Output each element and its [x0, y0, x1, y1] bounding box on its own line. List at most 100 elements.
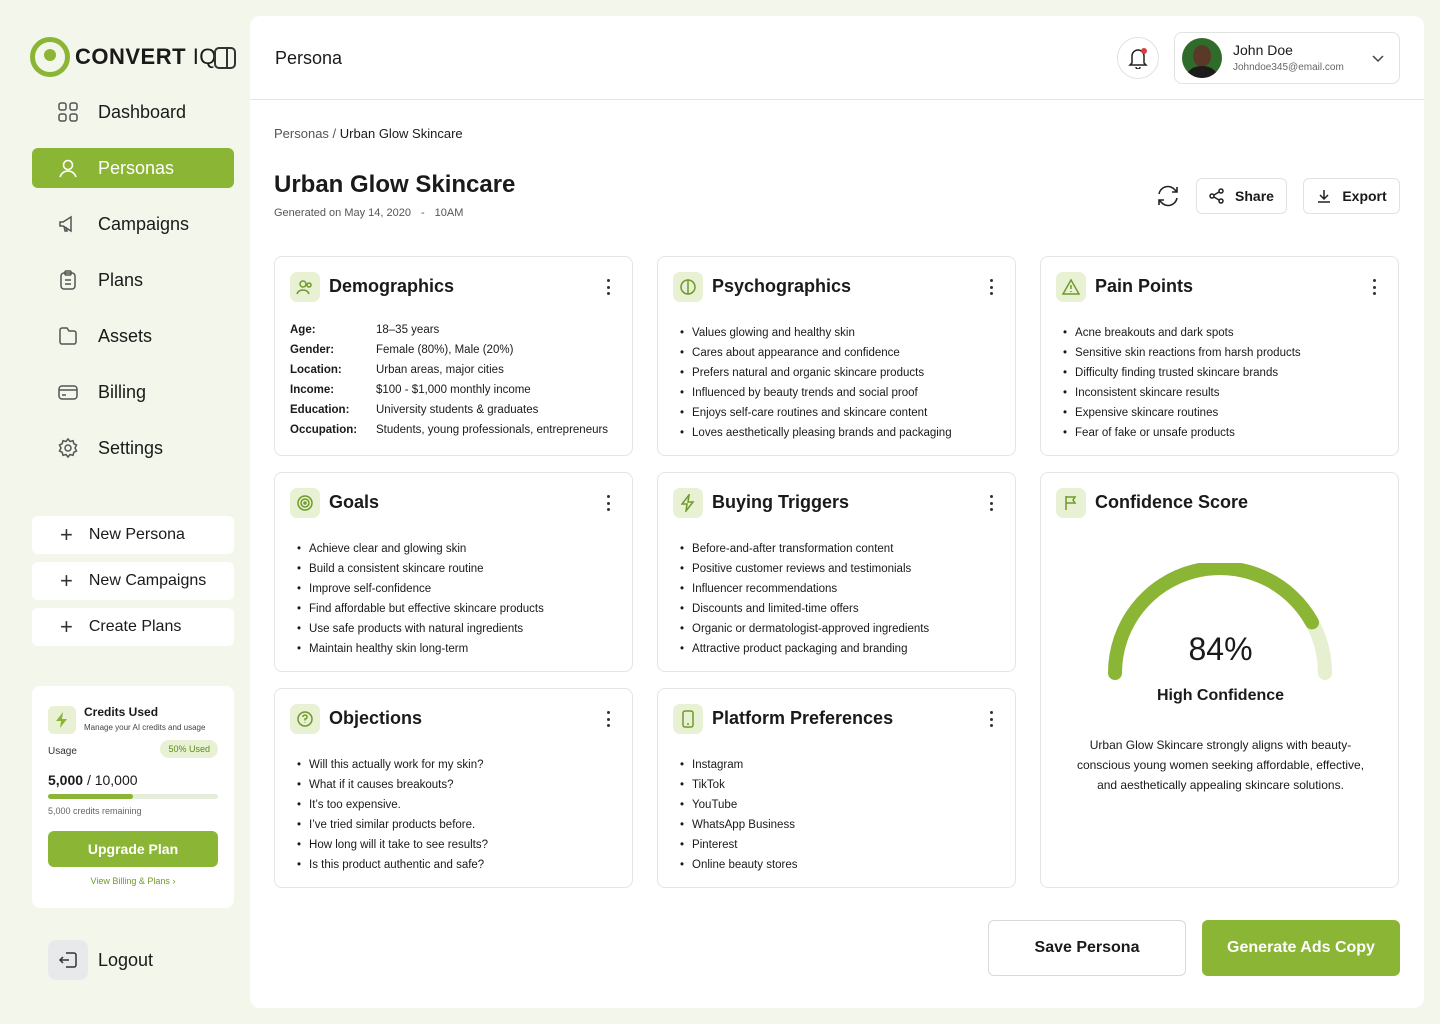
quick-action-label: New Persona [88, 526, 185, 543]
field-value: Female (80%), Male (20%) [376, 344, 514, 356]
demographics-list: Age: 18–35 years Gender: Female (80%), Mal… [290, 320, 608, 440]
list-item: What if it causes breakouts? [297, 775, 488, 795]
list-item: Is this product authentic and safe? [297, 855, 488, 875]
brain-icon [673, 272, 703, 302]
more-options-icon[interactable] [983, 493, 999, 513]
list-item: Positive customer reviews and testimonia… [680, 559, 929, 579]
flag-icon [1056, 488, 1086, 518]
view-billing-link[interactable]: View Billing & Plans › [32, 876, 234, 886]
confidence-description: Urban Glow Skincare strongly aligns with… [1076, 738, 1365, 792]
breadcrumb-separator: / [332, 126, 337, 141]
usage-badge: 50% Used [160, 740, 218, 758]
plus-icon: + [60, 568, 73, 593]
persona-title: Urban Glow Skincare [274, 171, 516, 198]
quick-action-label: New Campaigns [88, 572, 207, 589]
more-options-icon[interactable] [600, 493, 616, 513]
sidebar-item-label: Plans [98, 269, 144, 290]
list-item: Values glowing and healthy skin [680, 323, 952, 343]
users-icon [290, 272, 320, 302]
refresh-icon[interactable] [1154, 182, 1182, 210]
sidebar-item-personas[interactable]: Personas [32, 148, 234, 188]
credits-remaining: 5,000 credits remaining [48, 806, 142, 816]
upgrade-plan-button[interactable]: Upgrade Plan [48, 831, 218, 867]
clipboard-icon [56, 268, 80, 292]
credits-amount: 5,000 / 10,000 [48, 772, 138, 788]
logout-button[interactable]: Logout [48, 940, 153, 980]
quick-action-label: Create Plans [88, 618, 182, 635]
platform-preferences-card: Platform Preferences Instagram TikTok Yo… [657, 688, 1016, 888]
field-label: Location: [290, 364, 342, 376]
more-options-icon[interactable] [983, 709, 999, 729]
folder-icon [56, 324, 80, 348]
list-item: Organic or dermatologist-approved ingred… [680, 619, 929, 639]
card-title: Psychographics [712, 276, 852, 296]
list-item: Enjoys self-care routines and skincare c… [680, 403, 952, 423]
more-options-icon[interactable] [600, 709, 616, 729]
confidence-score-card: Confidence Score 84% High Confidence Urb… [1040, 472, 1399, 888]
user-menu[interactable]: John Doe Johndoe345@email.com [1174, 32, 1400, 84]
list-item: Use safe products with natural ingredien… [297, 619, 544, 639]
create-plans-button[interactable]: + Create Plans [32, 608, 234, 646]
list-item: Prefers natural and organic skincare pro… [680, 363, 952, 383]
field-label: Income: [290, 384, 335, 396]
list-item: Sensitive skin reactions from harsh prod… [1063, 343, 1301, 363]
logout-label: Logout [98, 949, 154, 970]
sidebar-item-dashboard[interactable]: Dashboard [32, 92, 234, 132]
list-item: Pinterest [680, 835, 798, 855]
pain-points-card: Pain Points Acne breakouts and dark spot… [1040, 256, 1399, 456]
more-options-icon[interactable] [983, 277, 999, 297]
sidebar-item-plans[interactable]: Plans [32, 260, 234, 300]
field-label: Age: [290, 324, 316, 336]
breadcrumb-current: Urban Glow Skincare [339, 126, 463, 141]
generated-info: Generated on May 14, 2020-10AM [274, 207, 463, 219]
sidebar-item-label: Billing [98, 381, 147, 402]
more-options-icon[interactable] [600, 277, 616, 297]
export-button[interactable]: Export [1303, 178, 1400, 214]
new-persona-button[interactable]: + New Persona [32, 516, 234, 554]
field-label: Gender: [290, 344, 335, 356]
list-item: Expensive skincare routines [1063, 403, 1301, 423]
card-title: Objections [329, 708, 423, 728]
target-icon [290, 488, 320, 518]
field-value: University students & graduates [376, 404, 539, 416]
share-button[interactable]: Share [1196, 178, 1287, 214]
megaphone-icon [56, 212, 80, 236]
brand-logo[interactable]: CONVERT IQ [30, 37, 217, 77]
collapse-sidebar-icon[interactable] [214, 47, 236, 69]
list-item: Cares about appearance and confidence [680, 343, 952, 363]
brand-name: CONVERT [75, 44, 187, 69]
more-options-icon[interactable] [1366, 277, 1382, 297]
breadcrumb-parent[interactable]: Personas [274, 126, 329, 141]
user-name: John Doe [1233, 42, 1293, 58]
sidebar-item-assets[interactable]: Assets [32, 316, 234, 356]
list-item: Maintain healthy skin long-term [297, 639, 544, 659]
generate-ads-copy-button[interactable]: Generate Ads Copy [1202, 920, 1400, 976]
sidebar-item-billing[interactable]: Billing [32, 372, 234, 412]
sidebar-item-campaigns[interactable]: Campaigns [32, 204, 234, 244]
main-panel: Persona John Doe Johndoe345@email.com Pe… [250, 16, 1424, 1008]
grid-icon [56, 100, 80, 124]
generated-time: 10AM [434, 207, 464, 219]
card-title: Demographics [329, 276, 455, 296]
top-bar: Persona John Doe Johndoe345@email.com [250, 16, 1424, 100]
new-campaigns-button[interactable]: + New Campaigns [32, 562, 234, 600]
notifications-button[interactable] [1117, 37, 1159, 79]
list-item: Influencer recommendations [680, 579, 929, 599]
objections-list: Will this actually work for my skin? Wha… [297, 755, 488, 875]
card-title: Platform Preferences [712, 708, 894, 728]
list-item: Achieve clear and glowing skin [297, 539, 544, 559]
breadcrumb: Personas / Urban Glow Skincare [274, 126, 463, 141]
field-label: Occupation: [290, 424, 358, 436]
field-value: $100 - $1,000 monthly income [376, 384, 531, 396]
bolt-icon [48, 706, 76, 734]
card-title: Buying Triggers [712, 492, 850, 512]
credits-total: / 10,000 [86, 772, 138, 788]
list-item: Before-and-after transformation content [680, 539, 929, 559]
list-item: WhatsApp Business [680, 815, 798, 835]
demographics-card: Demographics Age: 18–35 years Gender: Fema… [274, 256, 633, 456]
share-icon [1209, 188, 1224, 204]
save-persona-button[interactable]: Save Persona [988, 920, 1186, 976]
demographics-row: Location: Urban areas, major cities [290, 360, 608, 380]
sidebar-item-settings[interactable]: Settings [32, 428, 234, 468]
demographics-row: Gender: Female (80%), Male (20%) [290, 340, 608, 360]
